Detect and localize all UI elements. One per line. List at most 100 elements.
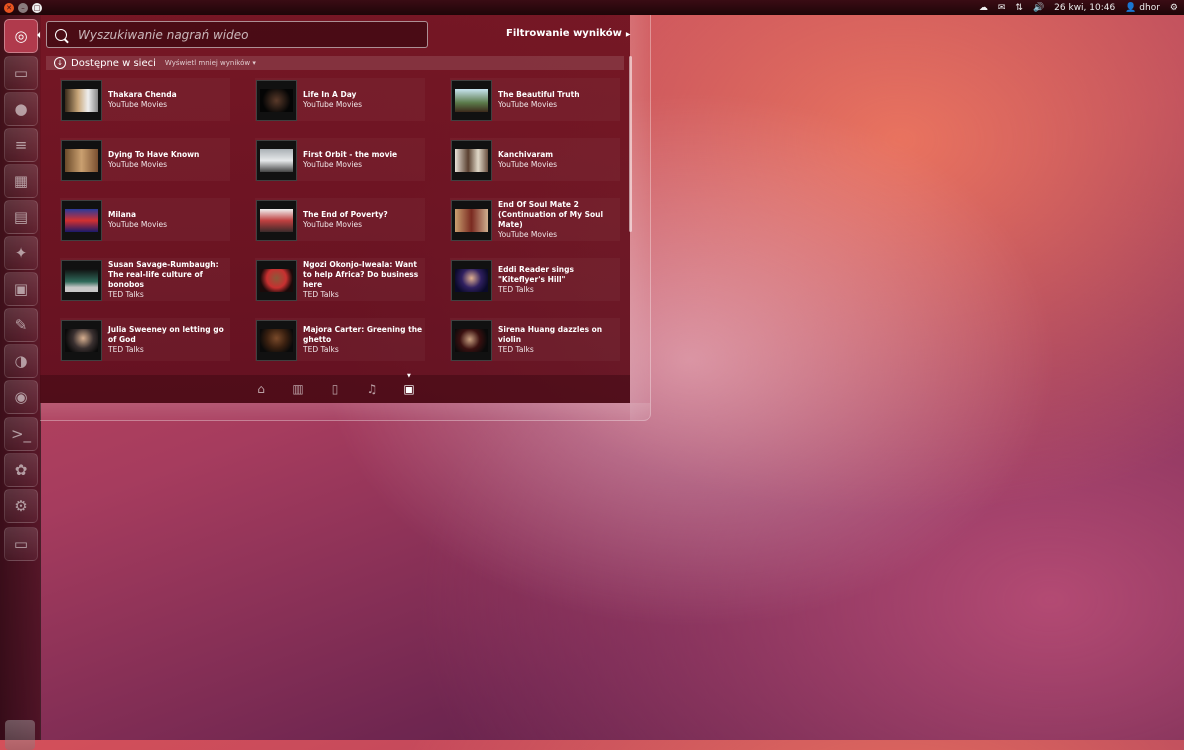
video-thumbnail [256,260,297,301]
result-title: Sirena Huang dazzles on violin [498,324,603,344]
search-box[interactable] [46,21,428,48]
home-lens-icon[interactable]: ⌂ [254,382,268,396]
files-lens-icon[interactable]: ▯ [328,382,342,396]
result-item[interactable]: Thakara Chenda YouTube Movies [60,78,230,121]
chevron-right-icon: ▶ [625,31,631,38]
result-source: TED Talks [303,344,339,354]
software-center-icon[interactable]: ✦ [4,236,38,270]
folder-icon[interactable]: ▭ [4,56,38,90]
download-icon: ↓ [54,57,66,69]
impress-icon[interactable]: ▤ [4,200,38,234]
result-source: YouTube Movies [498,99,557,109]
result-title: Ngozi Okonjo-Iweala: Want to help Africa… [303,259,419,289]
video-thumbnail [451,260,492,301]
scrollbar[interactable] [629,56,632,232]
settings-icon[interactable]: ✎ [4,308,38,342]
calc-icon[interactable]: ▦ [4,164,38,198]
video-thumbnail [61,320,102,361]
mail-icon[interactable]: ✉ [998,3,1006,13]
result-title: The Beautiful Truth [498,89,580,99]
result-item[interactable]: Sirena Huang dazzles on violin TED Talks [450,318,620,361]
maximize-icon[interactable]: □ [32,2,42,13]
video-thumbnail [451,200,492,241]
launcher: ◎ ▭ ● ≡ ▦ ▤ ✦ ▣ ✎ ◑ ◉ >_ ✿ ⚙ ▭ [0,15,41,750]
empathy-icon[interactable]: ◑ [4,344,38,378]
video-thumbnail [61,80,102,121]
writer-icon[interactable]: ≡ [4,128,38,162]
applications-lens-icon[interactable]: ▥ [291,382,305,396]
result-source: YouTube Movies [108,99,167,109]
result-item[interactable]: Kanchivaram YouTube Movies [450,138,620,181]
result-source: YouTube Movies [498,229,557,239]
workspace-icon[interactable]: ▭ [4,527,38,561]
user-menu[interactable]: 👤 dhor [1125,3,1160,13]
result-item[interactable]: Majora Carter: Greening the ghetto TED Ta… [255,318,425,361]
video-thumbnail [256,80,297,121]
music-lens-icon[interactable]: ♫ [365,382,379,396]
top-panel: ✕ – □ ☁ ✉ ⇅ 🔊 26 kwi, 10:46 👤 dhor ⚙ [0,0,1184,15]
video-thumbnail [61,200,102,241]
minimize-icon[interactable]: – [18,2,28,13]
video-thumbnail [451,80,492,121]
result-title: The End of Poverty? [303,209,388,219]
result-title: Susan Savage-Rumbaugh: The real-life cul… [108,259,219,289]
result-item[interactable]: Eddi Reader sings "Kiteflyer's Hill" TED … [450,258,620,301]
video-thumbnail [256,200,297,241]
close-icon[interactable]: ✕ [4,2,14,13]
show-fewer-results-link[interactable]: Wyświetl mniej wyników ▾ [165,59,256,67]
filter-results-button[interactable]: Filtrowanie wyników ▶ [506,28,630,39]
result-item[interactable]: The Beautiful Truth YouTube Movies [450,78,620,121]
result-source: YouTube Movies [498,159,557,169]
result-item[interactable]: Ngozi Okonjo-Iweala: Want to help Africa… [255,258,425,301]
cloud-icon[interactable]: ☁ [979,3,988,13]
result-source: YouTube Movies [108,219,167,229]
volume-icon[interactable]: 🔊 [1033,3,1044,13]
result-item[interactable]: Milana YouTube Movies [60,198,230,241]
network-icon[interactable]: ⇅ [1015,3,1023,13]
video-thumbnail [256,320,297,361]
video-thumbnail [256,140,297,181]
system-settings-icon[interactable]: ⚙ [4,489,38,523]
result-item[interactable]: Life In A Day YouTube Movies [255,78,425,121]
trash-icon[interactable] [5,720,35,750]
result-source: TED Talks [498,284,534,294]
result-item[interactable]: End Of Soul Mate 2 (Continuation of My S… [450,198,620,241]
ubuntu-one-icon[interactable]: ▣ [4,272,38,306]
dash-border-right [630,15,651,420]
search-input[interactable] [76,26,410,43]
result-item[interactable]: The End of Poverty? YouTube Movies [255,198,425,241]
result-source: TED Talks [108,289,144,299]
filter-label: Filtrowanie wyników [506,28,622,39]
result-item[interactable]: Dying To Have Known YouTube Movies [60,138,230,181]
show-fewer-label: Wyświetl mniej wyników [164,59,251,67]
result-source: TED Talks [303,289,339,299]
video-thumbnail [61,140,102,181]
category-header[interactable]: ↓ Dostępne w sieci Wyświetl mniej wynikó… [46,56,624,70]
result-source: TED Talks [108,344,144,354]
result-title: Majora Carter: Greening the ghetto [303,324,423,344]
terminal-icon[interactable]: >_ [4,417,38,451]
result-title: Life In A Day [303,89,357,99]
result-item[interactable]: Susan Savage-Rumbaugh: The real-life cul… [60,258,230,301]
result-title: Thakara Chenda [108,89,177,99]
gimp-icon[interactable]: ✿ [4,453,38,487]
result-source: YouTube Movies [303,219,362,229]
user-name: dhor [1139,2,1160,13]
chat-icon[interactable]: ◉ [4,380,38,414]
result-title: Dying To Have Known [108,149,200,159]
result-source: YouTube Movies [303,99,362,109]
clock[interactable]: 26 kwi, 10:46 [1054,3,1115,13]
indicator-area: ☁ ✉ ⇅ 🔊 26 kwi, 10:46 👤 dhor ⚙ [979,3,1184,13]
dash-home-icon[interactable]: ◎ [4,19,38,53]
active-lens-indicator: ▼ [407,373,411,379]
category-title: Dostępne w sieci [71,57,156,69]
gear-icon[interactable]: ⚙ [1170,3,1178,13]
result-source: YouTube Movies [303,159,362,169]
search-icon [55,28,67,41]
result-item[interactable]: First Orbit - the movie YouTube Movies [255,138,425,181]
firefox-icon[interactable]: ● [4,92,38,126]
video-lens-icon[interactable]: ▣ [402,382,416,396]
result-source: TED Talks [498,344,534,354]
dash-border-bottom [40,403,650,421]
result-item[interactable]: Julia Sweeney on letting go of God TED Ta… [60,318,230,361]
